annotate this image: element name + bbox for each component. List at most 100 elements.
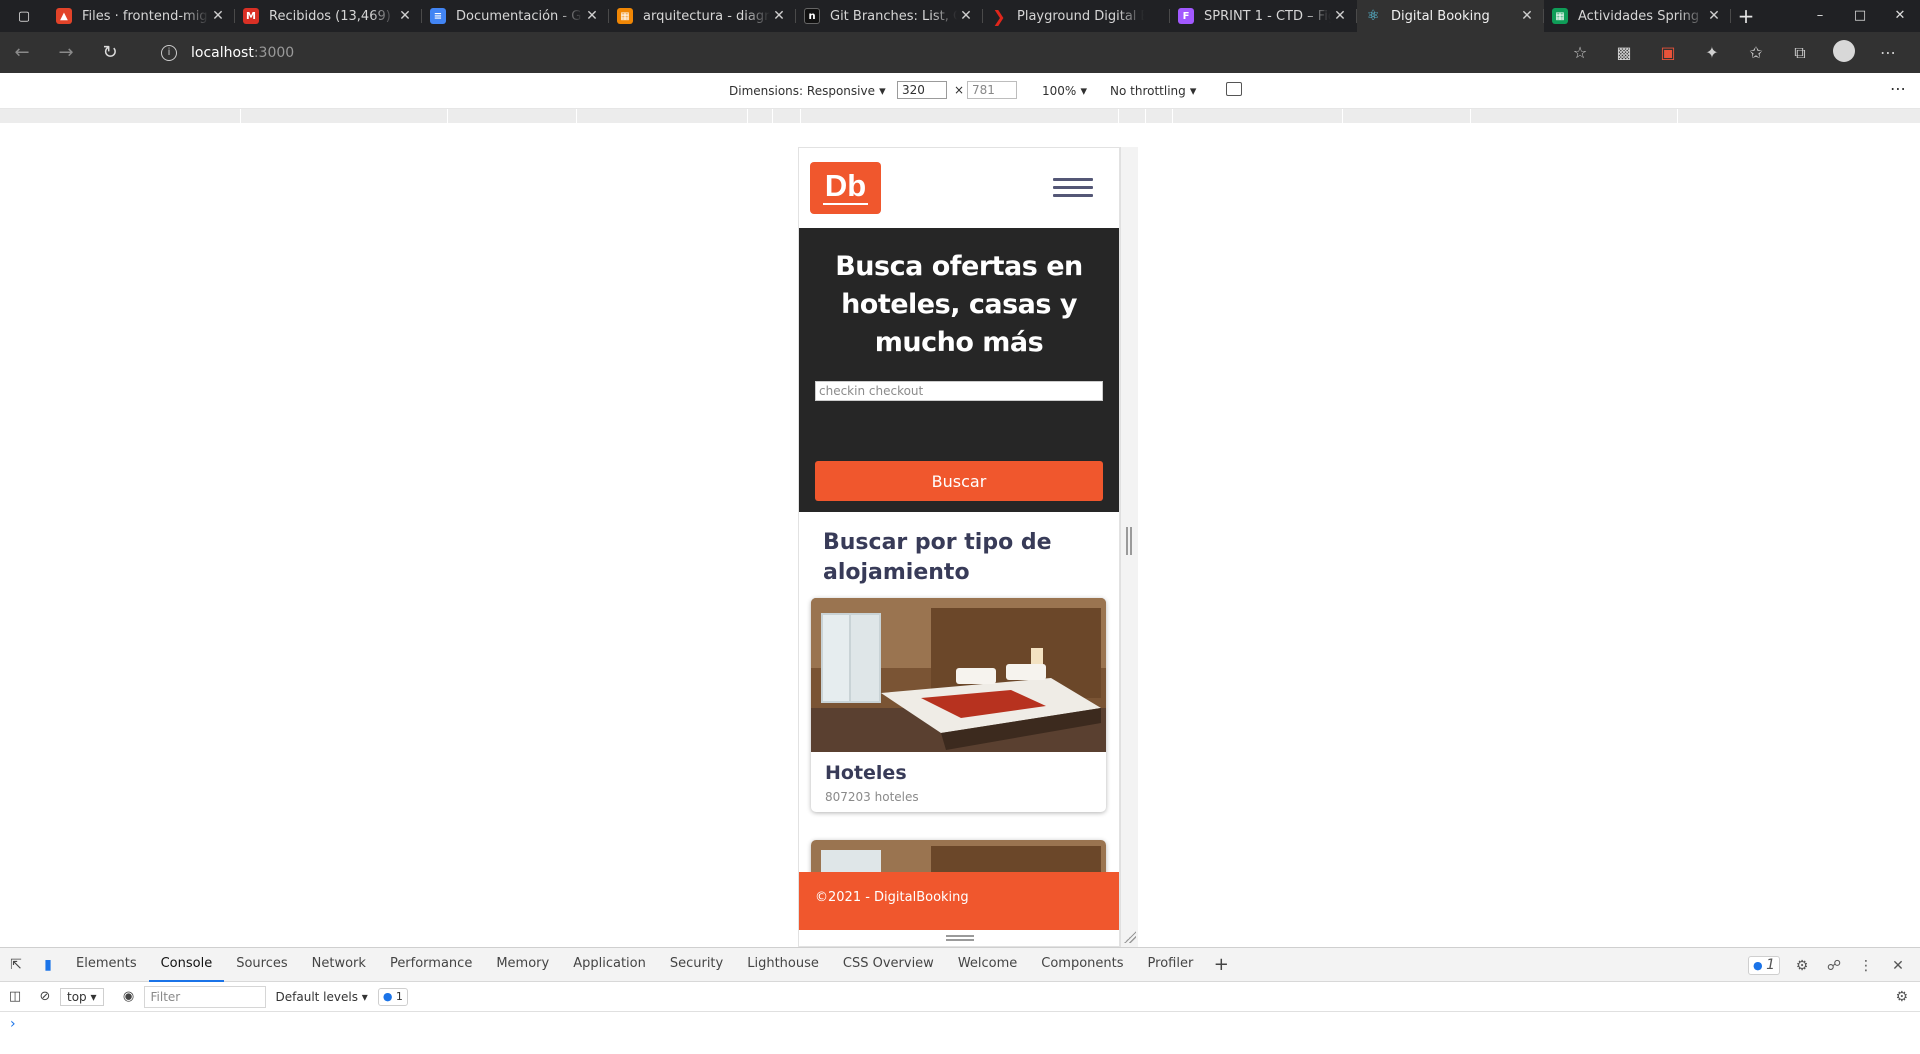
close-icon[interactable]: ✕ (1705, 8, 1723, 24)
url-port: :3000 (253, 45, 295, 61)
device-more-icon[interactable]: ⋯ (1890, 79, 1906, 98)
close-icon[interactable]: ✕ (770, 8, 788, 24)
forward-icon[interactable]: → (44, 42, 88, 63)
devtools-tab-bar: ⇱ ▮ Elements Console Sources Network Per… (0, 947, 1920, 982)
devtools-tab-network[interactable]: Network (300, 947, 378, 982)
browser-tab[interactable]: ▲ Files · frontend-mig ✕ (48, 0, 235, 32)
dimensions-select[interactable]: Dimensions: Responsive (729, 84, 886, 99)
favorite-add-icon[interactable]: ☆ (1558, 43, 1602, 62)
tab-label: Actividades Spring (1578, 8, 1700, 24)
close-devtools-icon[interactable]: ✕ (1882, 958, 1914, 974)
close-icon[interactable]: ✕ (957, 8, 975, 24)
close-window-icon[interactable]: ✕ (1880, 0, 1920, 32)
favorites-icon[interactable]: ✩ (1734, 43, 1778, 62)
devtools-tab-console[interactable]: Console (148, 947, 225, 982)
back-icon[interactable]: ← (0, 42, 44, 63)
inspect-icon[interactable]: ⇱ (0, 957, 32, 973)
gitlab-icon: ▲ (56, 8, 72, 24)
close-icon[interactable]: ✕ (1331, 8, 1349, 24)
console-settings-icon[interactable]: ⚙ (1895, 989, 1908, 1005)
minimize-icon[interactable]: – (1800, 0, 1840, 32)
console-filter-input[interactable]: Filter (143, 985, 266, 1008)
browser-tab[interactable]: M Recibidos (13,469) - ✕ (235, 0, 422, 32)
close-icon[interactable]: ✕ (1518, 8, 1536, 24)
url-host: localhost (191, 45, 254, 61)
sidebar-toggle-icon[interactable]: ◫ (0, 989, 30, 1004)
resize-handle-bottom[interactable] (946, 935, 974, 941)
device-toggle-icon[interactable]: ▮ (32, 957, 64, 973)
resize-corner-icon[interactable] (1124, 931, 1136, 943)
devtools-tab-components[interactable]: Components (1029, 947, 1135, 982)
hamburger-menu-icon[interactable] (1053, 178, 1093, 198)
devtools-tab-profiler[interactable]: Profiler (1136, 947, 1206, 982)
browser-tab[interactable]: n Git Branches: List, C ✕ (796, 0, 983, 32)
add-panel-icon[interactable]: + (1205, 954, 1237, 975)
address-bar[interactable]: i localhost:3000 (145, 37, 1575, 69)
figma-icon: F (1178, 8, 1194, 24)
new-tab-button[interactable]: + (1731, 4, 1761, 28)
issues-count: 1 (1766, 957, 1776, 973)
devtools-tab-sources[interactable]: Sources (224, 947, 299, 982)
site-logo[interactable]: Db (810, 162, 881, 214)
close-icon[interactable]: ✕ (209, 8, 227, 24)
search-button[interactable]: Buscar (815, 461, 1103, 501)
reload-icon[interactable]: ↻ (88, 42, 132, 63)
react-icon: ⚛ (1366, 8, 1380, 24)
tab-label: Documentación - Gr (456, 8, 583, 24)
category-section-title: Buscar por tipo de alojamiento (823, 530, 1052, 585)
category-card[interactable]: Hoteles 807203 hoteles (811, 598, 1106, 812)
tab-label: Files · frontend-mig (82, 8, 208, 24)
remote-devices-icon[interactable]: ☍ (1818, 958, 1850, 974)
browser-tab[interactable]: ≡ Documentación - Gr ✕ (422, 0, 609, 32)
device-frame: Db Busca ofertas en hoteles, casas y muc… (798, 147, 1120, 947)
devtools-tab-performance[interactable]: Performance (378, 947, 484, 982)
extension-icon[interactable]: ▩ (1602, 43, 1646, 62)
width-input[interactable]: 320 (897, 81, 947, 99)
browser-tab[interactable]: ▦ arquitectura - diagra ✕ (609, 0, 796, 32)
devtools-tab-css-overview[interactable]: CSS Overview (831, 947, 946, 982)
close-icon[interactable]: ✕ (583, 8, 601, 24)
browser-tab[interactable]: ▦ Actividades Spring ✕ (1544, 0, 1731, 32)
throttling-select[interactable]: No throttling (1110, 84, 1196, 99)
issues-badge[interactable]: ● 1 (1742, 956, 1786, 975)
puzzle-icon[interactable]: ✦ (1690, 43, 1734, 62)
resize-handle-right[interactable] (1120, 147, 1138, 947)
maximize-icon[interactable]: □ (1840, 0, 1880, 32)
console-output[interactable]: › (0, 1012, 1920, 1054)
live-expression-icon[interactable]: ◉ (114, 989, 144, 1004)
site-header: Db (799, 148, 1119, 228)
devtools-tab-memory[interactable]: Memory (484, 947, 561, 982)
log-levels-select[interactable]: Default levels (276, 990, 368, 1004)
browser-tab-active[interactable]: ⚛ Digital Booking ✕ (1357, 0, 1544, 32)
settings-icon[interactable]: ⚙ (1786, 958, 1818, 974)
extension-red-icon[interactable]: ▣ (1646, 43, 1690, 62)
more-icon[interactable]: ⋯ (1866, 43, 1910, 62)
devtools-tab-security[interactable]: Security (658, 947, 735, 982)
rotate-icon[interactable] (1226, 82, 1242, 96)
clear-console-icon[interactable]: ⊘ (30, 989, 60, 1004)
browser-tab[interactable]: F SPRINT 1 - CTD – Fig ✕ (1170, 0, 1357, 32)
collections-icon[interactable]: ⧉ (1778, 43, 1822, 63)
play-icon: ❯ (992, 6, 1006, 26)
devtools-tab-elements[interactable]: Elements (64, 947, 149, 982)
devtools-tab-application[interactable]: Application (561, 947, 658, 982)
tab-actions-icon[interactable]: ▢ (0, 0, 48, 32)
docs-icon: ≡ (430, 8, 446, 24)
height-input[interactable]: 781 (967, 81, 1017, 99)
footer-copyright: ©2021 - DigitalBooking (815, 890, 969, 905)
zoom-select[interactable]: 100% (1042, 84, 1087, 99)
profile-avatar[interactable] (1822, 39, 1866, 66)
context-select[interactable]: top (60, 987, 104, 1006)
close-icon[interactable]: ✕ (396, 8, 414, 24)
devtools-tab-lighthouse[interactable]: Lighthouse (735, 947, 831, 982)
customize-icon[interactable]: ⋮ (1850, 958, 1882, 974)
browser-toolbar: ← → ↻ i localhost:3000 ☆ ▩ ▣ ✦ ✩ ⧉ ⋯ (0, 32, 1920, 73)
drawio-icon: ▦ (617, 8, 633, 24)
date-range-input[interactable] (815, 381, 1103, 401)
browser-tab[interactable]: ❯ Playground Digital B (983, 0, 1170, 32)
messages-badge[interactable]: ● 1 (377, 987, 408, 1006)
media-query-bar[interactable] (0, 109, 1920, 123)
site-info-icon[interactable]: i (161, 45, 177, 61)
devtools-tab-welcome[interactable]: Welcome (946, 947, 1029, 982)
window-controls: – □ ✕ (1800, 0, 1920, 32)
